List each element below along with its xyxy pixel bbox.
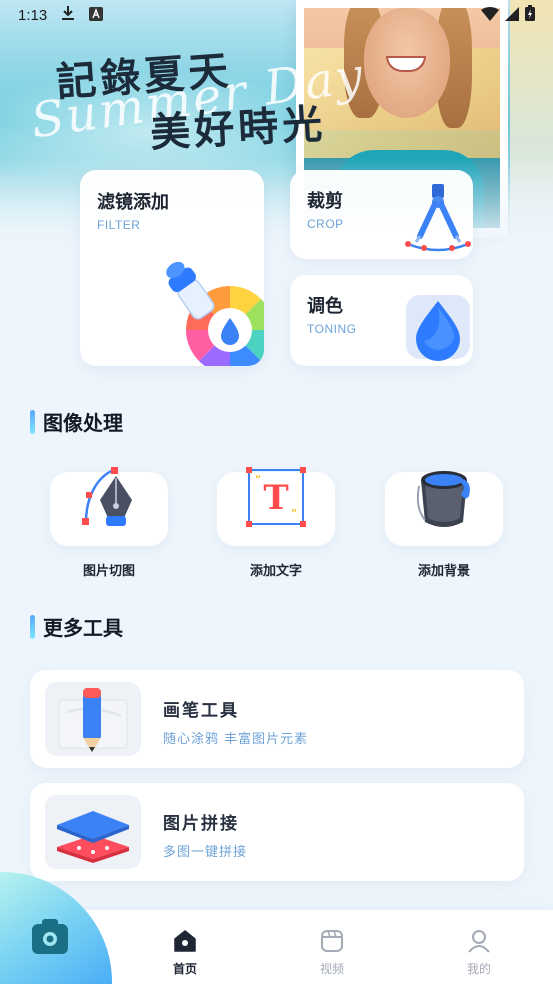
image-processing-heading: 图像处理 [30, 407, 123, 436]
tool-cutout-tile[interactable] [50, 467, 168, 546]
keyboard-a-icon [89, 6, 104, 25]
more-tools-title: 更多工具 [43, 616, 123, 640]
layers-icon [57, 811, 129, 863]
filter-card-subtitle: FILTER [97, 218, 141, 232]
tone-card-title: 调色 [307, 296, 343, 317]
brush-tool-title: 画笔工具 [163, 701, 239, 721]
tone-card-subtitle: TONING [307, 322, 357, 336]
svg-text:T: T [263, 478, 288, 518]
camera-icon [32, 919, 68, 954]
home-icon [174, 930, 196, 952]
user-icon [468, 930, 490, 953]
filter-card-title: 滤镜添加 [97, 192, 169, 213]
image-stitch-thumb [45, 795, 141, 869]
download-icon [61, 5, 75, 25]
crop-card[interactable]: 裁剪 CROP [290, 170, 473, 259]
pen-tool-icon [82, 467, 132, 526]
nav-mine[interactable]: 我的 [449, 928, 509, 977]
svg-text:”: ” [291, 507, 297, 521]
heading-accent-bar [30, 409, 35, 434]
brush-tool-subtitle: 随心涂鸦 丰富图片元素 [163, 732, 309, 747]
wifi-icon [481, 6, 499, 25]
color-wheel-icon [166, 261, 264, 366]
nav-mine-label: 我的 [466, 962, 491, 976]
crop-card-title: 裁剪 [307, 191, 343, 212]
heading-accent-bar [30, 614, 35, 639]
nav-video-label: 视频 [319, 962, 344, 976]
svg-text:“: “ [255, 473, 261, 487]
battery-charging-icon [525, 5, 535, 25]
compass-crop-icon [405, 184, 471, 252]
water-drop-icon [406, 295, 470, 361]
hero-side-photo [510, 0, 553, 240]
tool-add-text-label: 添加文字 [249, 564, 302, 579]
image-stitch-title: 图片拼接 [163, 814, 239, 834]
nav-video[interactable]: 视频 [302, 928, 362, 977]
tool-add-text-tile[interactable]: T “ ” [217, 467, 335, 546]
tool-add-background-tile[interactable] [385, 471, 503, 546]
image-stitch-subtitle: 多图一键拼接 [163, 845, 248, 860]
video-icon [321, 930, 343, 952]
tool-add-text[interactable]: T “ ” 添加文字 [217, 467, 335, 579]
signal-icon [505, 6, 519, 25]
pencil-icon [58, 688, 128, 752]
status-time: 1:13 [18, 6, 48, 24]
nav-home[interactable]: 首页 [155, 928, 215, 977]
brush-tool-card[interactable]: 画笔工具 随心涂鸦 丰富图片元素 [30, 670, 524, 768]
crop-card-subtitle: CROP [307, 217, 344, 231]
camera-button[interactable] [0, 872, 112, 984]
status-bar: 1:13 [0, 0, 553, 30]
tool-add-background[interactable]: 添加背景 [385, 471, 503, 579]
text-box-icon: T “ ” [246, 467, 306, 527]
brush-tool-thumb [45, 682, 141, 756]
hero-title-line2: 美好時光 [149, 100, 328, 157]
more-tools-heading: 更多工具 [30, 612, 123, 641]
paint-bucket-icon [416, 471, 470, 527]
tool-cutout-label: 图片切图 [82, 564, 135, 579]
image-processing-title: 图像处理 [43, 411, 123, 435]
tool-cutout[interactable]: 图片切图 [50, 467, 168, 579]
nav-home-label: 首页 [172, 962, 197, 976]
filter-card[interactable]: 滤镜添加 FILTER [80, 170, 264, 366]
tool-add-background-label: 添加背景 [417, 564, 470, 579]
tone-card[interactable]: 调色 TONING [290, 275, 473, 366]
image-stitch-card[interactable]: 图片拼接 多图一键拼接 [30, 783, 524, 881]
